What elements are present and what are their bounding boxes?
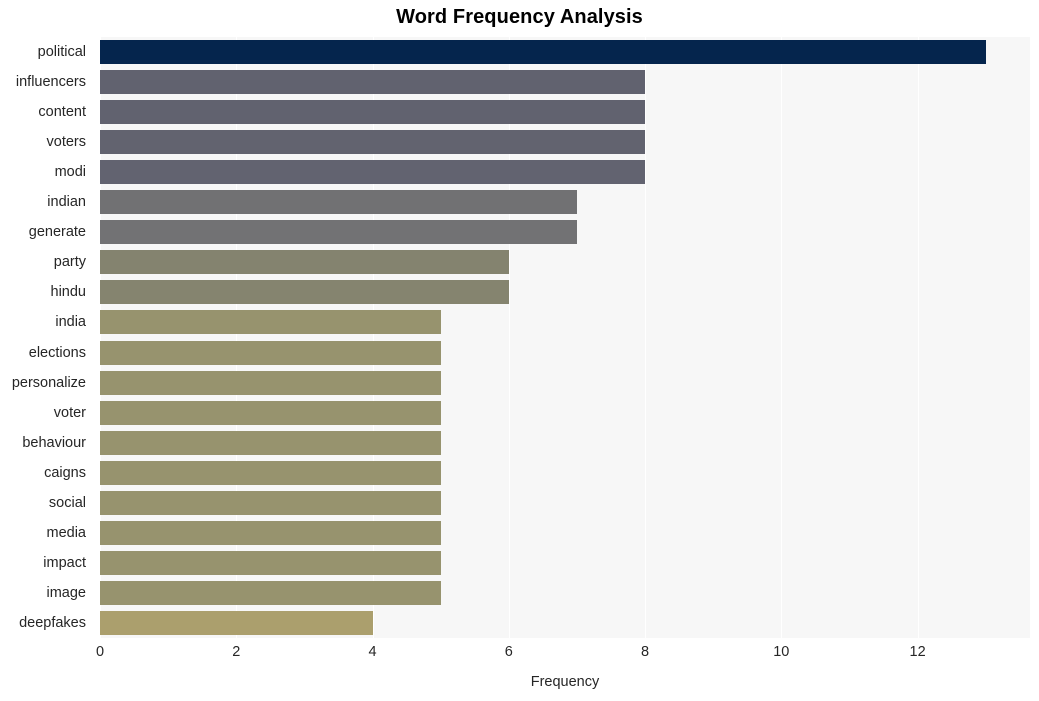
y-axis-tick-label: personalize	[11, 374, 86, 391]
bar-row	[100, 280, 1030, 305]
x-axis-tick-label: 6	[504, 644, 513, 660]
bar-row	[100, 70, 1030, 95]
bar-row	[100, 370, 1030, 395]
bar	[100, 160, 646, 185]
bar	[100, 190, 577, 215]
y-axis-tick-label: media	[46, 524, 87, 541]
y-axis-tick-label: behaviour	[22, 434, 86, 451]
y-axis-tick-label: party	[53, 254, 86, 271]
bar	[100, 490, 441, 515]
bar-row	[100, 610, 1030, 635]
y-axis-tick-label: content	[38, 104, 86, 121]
bar	[100, 220, 577, 245]
y-axis-tick-label: social	[48, 494, 86, 511]
bar-row	[100, 430, 1030, 455]
y-axis-tick-label: image	[46, 584, 87, 601]
bar-row	[100, 340, 1030, 365]
bar	[100, 370, 441, 395]
y-axis-tick-label: voter	[53, 404, 86, 421]
bar-row	[100, 490, 1030, 515]
bar	[100, 280, 509, 305]
y-axis-tick-label: indian	[47, 194, 86, 211]
bar	[100, 520, 441, 545]
bar-row	[100, 580, 1030, 605]
bar	[100, 250, 509, 275]
bar	[100, 580, 441, 605]
bar	[100, 310, 441, 335]
bar	[100, 430, 441, 455]
x-axis-tick-label: 4	[368, 644, 377, 660]
bar	[100, 610, 373, 635]
plot-area	[100, 37, 1030, 638]
bar	[100, 550, 441, 575]
chart-figure: Word Frequency Analysis political influen…	[0, 0, 1039, 701]
y-axis-tick-label: impact	[43, 554, 86, 571]
y-axis-tick-labels: political influencers content voters modi ind…	[0, 37, 92, 638]
bar-row	[100, 190, 1030, 215]
y-axis-tick-label: hindu	[50, 284, 86, 301]
grid-line	[645, 37, 647, 638]
bar	[100, 460, 441, 485]
bar	[100, 340, 441, 365]
x-axis-tick-label: 8	[641, 644, 650, 660]
bar-row	[100, 100, 1030, 125]
grid-line	[917, 37, 919, 638]
bar	[100, 70, 646, 95]
bar	[100, 40, 986, 65]
bar-row	[100, 250, 1030, 275]
bar-row	[100, 460, 1030, 485]
x-axis-tick-label: 12	[909, 644, 926, 660]
bar	[100, 400, 441, 425]
bar-row	[100, 40, 1030, 65]
x-axis-tick-label: 10	[773, 644, 790, 660]
grid-line	[100, 37, 101, 638]
bar-row	[100, 550, 1030, 575]
bar-row	[100, 310, 1030, 335]
x-axis-tick-label: 0	[95, 644, 105, 660]
grid-line	[508, 37, 510, 638]
y-axis-tick-label: modi	[54, 164, 86, 181]
bar	[100, 130, 646, 155]
y-axis-tick-label: deepfakes	[19, 614, 86, 631]
bar-row	[100, 400, 1030, 425]
y-axis-tick-label: caigns	[44, 464, 86, 481]
grid-line	[372, 37, 374, 638]
y-axis-tick-label: influencers	[15, 74, 86, 91]
y-axis-tick-label: voters	[46, 134, 87, 151]
chart-title: Word Frequency Analysis	[396, 6, 643, 28]
grid-line	[781, 37, 783, 638]
bar-row	[100, 220, 1030, 245]
x-axis-tick-labels: 0 2 4 6 8 10 12	[0, 644, 1039, 670]
bar-row	[100, 130, 1030, 155]
x-axis-tick-label: 2	[232, 644, 241, 660]
y-axis-tick-label: political	[37, 44, 86, 61]
y-axis-tick-label: india	[55, 314, 86, 331]
grid-line	[236, 37, 238, 638]
x-axis-label: Frequency	[530, 674, 600, 690]
bar-row	[100, 160, 1030, 185]
y-axis-tick-label: elections	[28, 344, 86, 361]
bar	[100, 100, 646, 125]
bar-row	[100, 520, 1030, 545]
y-axis-tick-label: generate	[28, 224, 86, 241]
